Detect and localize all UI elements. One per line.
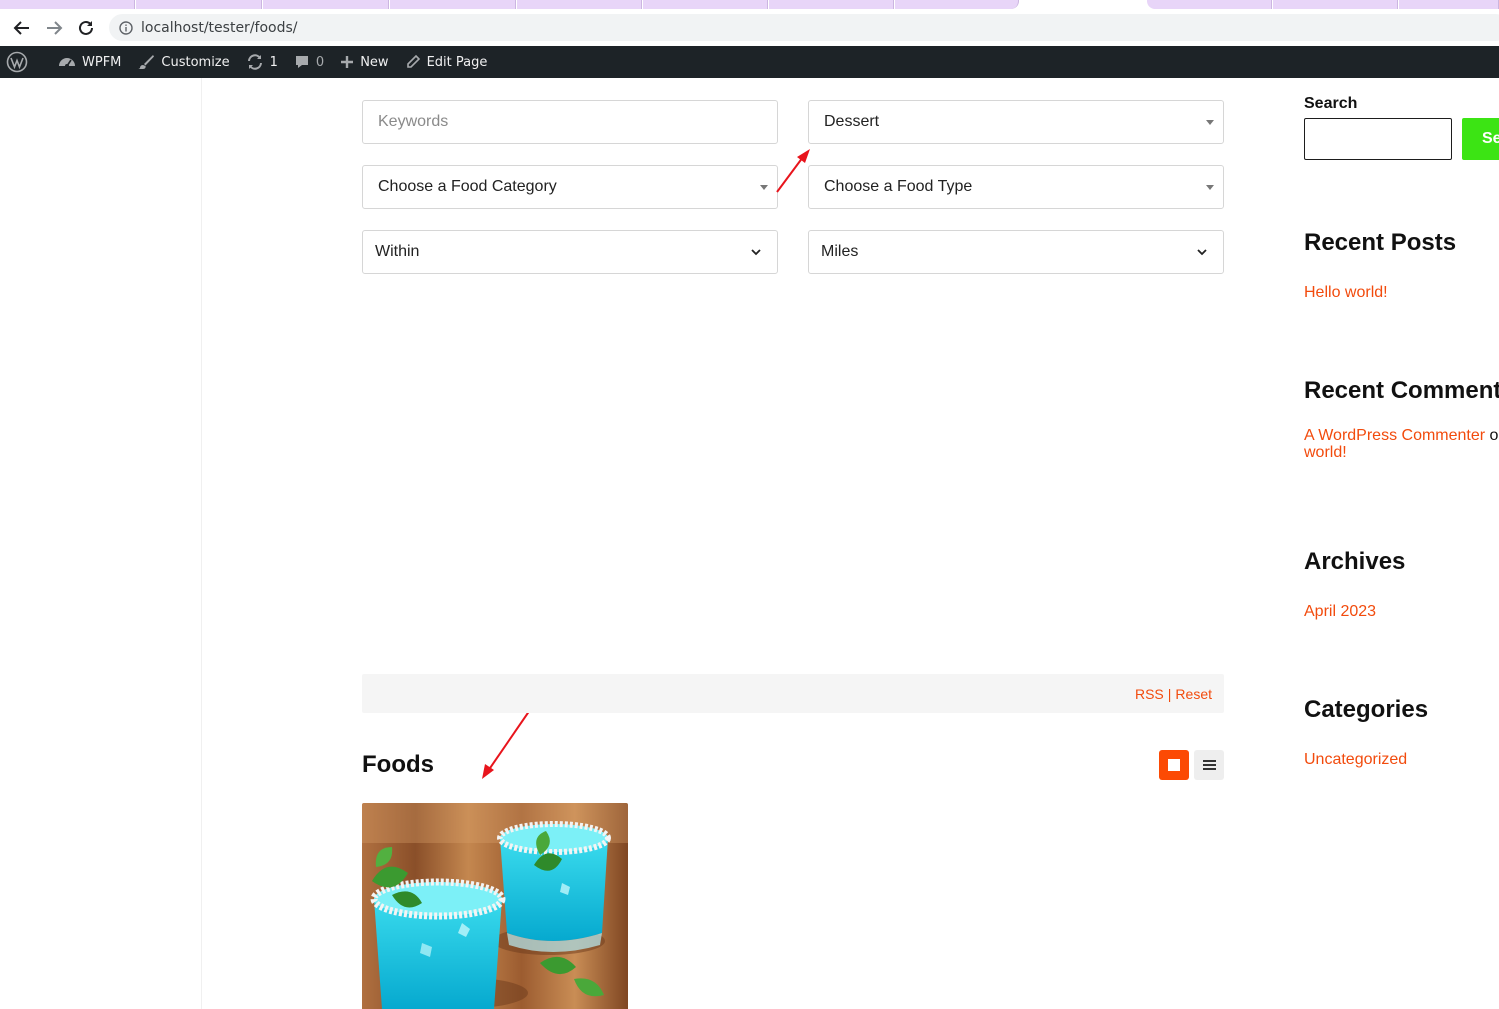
- food-image-drawing: [362, 803, 628, 1009]
- annotation-arrows: [482, 149, 810, 779]
- archives-heading: Archives: [1304, 548, 1406, 575]
- recent-comments-heading: Recent Comments: [1304, 377, 1499, 404]
- annotation-arrow: [776, 149, 810, 193]
- list-view-icon: [1202, 764, 1216, 766]
- comment-author-link[interactable]: A WordPress Commenter: [1304, 427, 1485, 444]
- foods-heading: Foods: [362, 751, 434, 778]
- grid-view-icon: [1168, 759, 1180, 771]
- recent-post-link[interactable]: Hello world!: [1304, 284, 1388, 302]
- sidebar-search-input[interactable]: [1304, 118, 1452, 160]
- separator: |: [1167, 685, 1172, 702]
- categories-heading: Categories: [1304, 696, 1429, 723]
- comment-on-text: on: [1489, 427, 1499, 444]
- sidebar-search-button[interactable]: Se: [1462, 118, 1499, 160]
- comment-post-link[interactable]: world!: [1304, 444, 1347, 462]
- reset-link[interactable]: Reset: [1175, 686, 1212, 702]
- list-view-button[interactable]: [1194, 750, 1224, 780]
- category-link[interactable]: Uncategorized: [1304, 751, 1407, 769]
- results-action-bar: RSS | Reset: [362, 674, 1224, 713]
- search-label: Search: [1304, 95, 1358, 112]
- grid-view-button[interactable]: [1159, 750, 1189, 780]
- list-view-icon: [1202, 768, 1216, 770]
- recent-posts-heading: Recent Posts: [1304, 229, 1457, 256]
- rss-link[interactable]: RSS: [1135, 686, 1164, 702]
- archive-link[interactable]: April 2023: [1304, 603, 1376, 621]
- list-view-icon: [1202, 760, 1216, 762]
- food-item-image[interactable]: [362, 803, 628, 1009]
- comment-line: A WordPress Commenter on: [1304, 427, 1499, 445]
